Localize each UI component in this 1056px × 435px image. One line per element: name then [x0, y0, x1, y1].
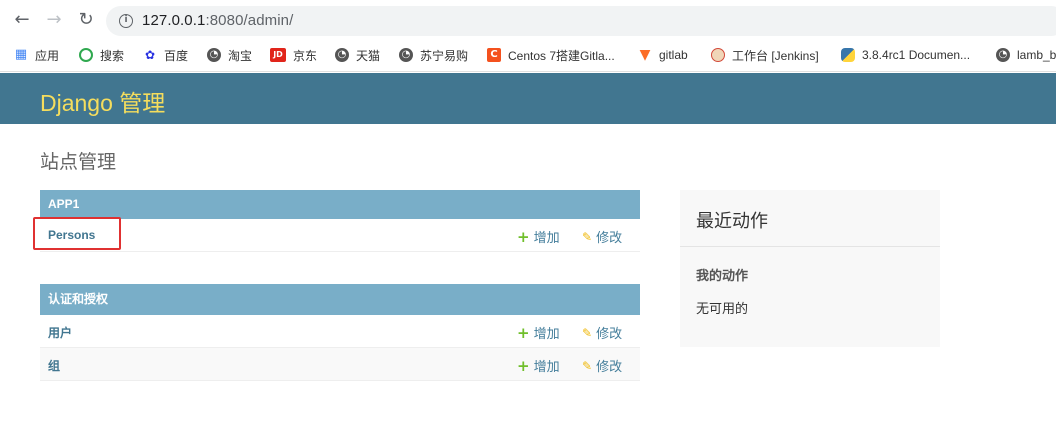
search-q-icon: [79, 48, 93, 62]
bookmark-label: 应用: [35, 48, 60, 63]
bookmark-label: gitlab: [659, 48, 688, 62]
module-caption[interactable]: 认证和授权: [40, 284, 640, 315]
bookmark-label: 工作台 [Jenkins]: [732, 48, 819, 63]
recent-actions-panel: 最近动作 我的动作 无可用的: [680, 190, 940, 347]
model-link-users[interactable]: 用户: [48, 324, 72, 341]
bookmark-label: lamb_b: [1017, 48, 1056, 62]
my-actions-heading: 我的动作: [696, 268, 749, 283]
add-link[interactable]: + 增加: [517, 227, 560, 246]
plus-icon: +: [517, 356, 530, 375]
bookmarks-bar: ▦ 应用 搜索 ✿ 百度 ◔ 淘宝 JD 京东 ◔ 天猫 ◔ 苏宁易购 C Ce…: [0, 38, 1056, 72]
add-label: 增加: [533, 359, 560, 374]
change-label: 修改: [596, 359, 623, 374]
pencil-icon: ✎: [582, 325, 593, 340]
bookmark-label: 3.8.4rc1 Documen...: [862, 48, 971, 62]
globe-icon: ◔: [399, 48, 413, 62]
address-bar: ← → ↻ i 127.0.0.1:8080/admin/: [0, 0, 1056, 38]
page-title: 站点管理: [40, 152, 117, 173]
plus-icon: +: [517, 323, 530, 342]
highlight-box: [33, 217, 121, 250]
bookmark-jenkins[interactable]: 工作台 [Jenkins]: [711, 46, 819, 64]
module-caption[interactable]: APP1: [40, 190, 640, 219]
bookmark-label: 苏宁易购: [420, 48, 469, 63]
bookmark-search[interactable]: 搜索: [79, 46, 124, 64]
change-link[interactable]: ✎ 修改: [582, 323, 622, 342]
change-link[interactable]: ✎ 修改: [582, 227, 622, 246]
recent-actions-title: 最近动作: [696, 211, 768, 231]
admin-header: Django 管理: [0, 73, 1056, 124]
site-info-icon[interactable]: i: [119, 14, 133, 28]
back-arrow-icon[interactable]: ←: [12, 10, 32, 30]
jd-icon: JD: [270, 48, 286, 62]
divider: [680, 246, 940, 247]
bookmark-csdn[interactable]: C Centos 7搭建Gitla...: [487, 46, 615, 64]
jenkins-icon: [711, 48, 725, 62]
change-label: 修改: [596, 230, 623, 245]
reload-icon[interactable]: ↻: [76, 10, 96, 30]
bookmark-label: 搜索: [100, 48, 125, 63]
baidu-paw-icon: ✿: [144, 48, 156, 62]
bookmark-jd[interactable]: JD 京东: [270, 46, 317, 64]
url-text[interactable]: 127.0.0.1:8080/admin/: [142, 12, 293, 29]
bookmark-lamb[interactable]: ◔ lamb_b: [996, 46, 1056, 64]
change-link[interactable]: ✎ 修改: [582, 356, 622, 375]
bookmark-gitlab[interactable]: ▼ gitlab: [638, 46, 688, 64]
globe-icon: ◔: [335, 48, 349, 62]
gitlab-fox-icon: ▼: [639, 47, 651, 63]
add-link[interactable]: + 增加: [517, 323, 560, 342]
pencil-icon: ✎: [582, 358, 593, 373]
bookmark-label: 天猫: [356, 48, 381, 63]
change-label: 修改: [596, 326, 623, 341]
plus-icon: +: [517, 227, 530, 246]
bookmark-label: 京东: [293, 48, 318, 63]
url-field[interactable]: i 127.0.0.1:8080/admin/: [106, 6, 1056, 36]
add-label: 增加: [533, 230, 560, 245]
bookmark-taobao[interactable]: ◔ 淘宝: [207, 46, 252, 64]
python-icon: [841, 48, 855, 62]
table-row: 组 + 增加 ✎ 修改: [40, 348, 640, 381]
model-link-groups[interactable]: 组: [48, 357, 60, 374]
bookmark-label: Centos 7搭建Gitla...: [508, 48, 615, 63]
url-path: :8080/admin/: [205, 12, 294, 29]
module-auth: 认证和授权 用户 + 增加 ✎ 修改 组 + 增加 ✎ 修改: [40, 284, 640, 381]
site-brand[interactable]: Django 管理: [40, 84, 165, 118]
forward-arrow-icon[interactable]: →: [44, 10, 64, 30]
module-app1: APP1 Persons + 增加 ✎ 修改: [40, 190, 640, 252]
bookmark-apps[interactable]: ▦ 应用: [14, 46, 59, 64]
apps-grid-icon: ▦: [14, 47, 28, 62]
bookmark-baidu[interactable]: ✿ 百度: [143, 46, 188, 64]
globe-icon: ◔: [207, 48, 221, 62]
bookmark-label: 百度: [164, 48, 189, 63]
bookmark-label: 淘宝: [228, 48, 253, 63]
add-link[interactable]: + 增加: [517, 356, 560, 375]
csdn-c-icon: C: [487, 48, 501, 62]
pencil-icon: ✎: [582, 229, 593, 244]
globe-icon: ◔: [996, 48, 1010, 62]
bookmark-python-docs[interactable]: 3.8.4rc1 Documen...: [841, 46, 970, 64]
url-host: 127.0.0.1: [142, 12, 206, 29]
table-row: Persons + 增加 ✎ 修改: [40, 219, 640, 252]
bookmark-tmall[interactable]: ◔ 天猫: [335, 46, 380, 64]
empty-message: 无可用的: [696, 301, 749, 316]
table-row: 用户 + 增加 ✎ 修改: [40, 315, 640, 348]
add-label: 增加: [533, 326, 560, 341]
bookmark-suning[interactable]: ◔ 苏宁易购: [399, 46, 468, 64]
